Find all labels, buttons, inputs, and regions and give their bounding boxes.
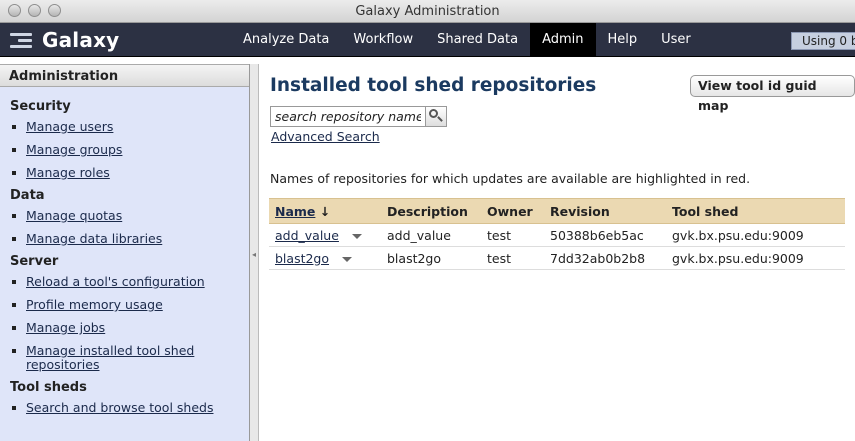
repositories-table: Name ↓ Description Owner Revision Tool s… (269, 198, 845, 270)
sidebar-item-manage-quotas[interactable]: Manage quotas (26, 208, 122, 223)
section-tool-sheds: Tool sheds (10, 380, 87, 395)
repository-search-input[interactable] (270, 106, 426, 127)
repository-name-link[interactable]: blast2go (275, 251, 329, 266)
cell-name: add_value (269, 223, 381, 247)
list-item: Manage groups (12, 143, 249, 157)
section-data: Data (10, 188, 45, 203)
cell-revision: 50388b6eb5ac (544, 223, 666, 247)
search-button[interactable] (426, 106, 447, 127)
collapse-left-icon: ◂ (252, 250, 257, 259)
tab-user[interactable]: User (649, 23, 703, 56)
update-notice: Names of repositories for which updates … (270, 171, 751, 186)
quota-usage-meter: Using 0 b (791, 32, 855, 50)
main-nav: Analyze Data Workflow Shared Data Admin … (231, 23, 703, 56)
tab-shared-data[interactable]: Shared Data (425, 23, 530, 56)
column-header-owner: Owner (481, 198, 544, 224)
window-titlebar: Galaxy Administration (0, 0, 855, 23)
search-box (270, 106, 447, 127)
column-header-revision: Revision (544, 198, 666, 224)
list-item: Manage jobs (12, 321, 249, 335)
sidebar-item-search-tool-sheds[interactable]: Search and browse tool sheds (26, 400, 213, 415)
table-header-row: Name ↓ Description Owner Revision Tool s… (269, 198, 845, 224)
view-guid-map-button[interactable]: View tool id guid map (690, 75, 855, 113)
column-header-tool-shed: Tool shed (666, 198, 845, 224)
tab-admin[interactable]: Admin (530, 23, 596, 56)
sort-by-name-link[interactable]: Name (275, 204, 315, 219)
sidebar-item-manage-jobs[interactable]: Manage jobs (26, 320, 105, 335)
repository-name-link[interactable]: add_value (275, 228, 339, 243)
brand-name: Galaxy (42, 28, 120, 52)
cell-revision: 7dd32ab0b2b8 (544, 246, 666, 270)
sidebar-item-manage-roles[interactable]: Manage roles (26, 165, 110, 180)
admin-sidebar: Administration Security Manage users Man… (0, 64, 250, 441)
cell-owner: test (481, 223, 544, 247)
main-content: Installed tool shed repositories View to… (260, 64, 855, 441)
section-security: Security (10, 99, 71, 114)
list-item: Manage installed tool shed repositories (12, 344, 249, 372)
sidebar-item-manage-users[interactable]: Manage users (26, 119, 113, 134)
sidebar-header: Administration (0, 64, 249, 87)
tab-help[interactable]: Help (596, 23, 650, 56)
page-title: Installed tool shed repositories (270, 75, 597, 96)
masthead: Galaxy Analyze Data Workflow Shared Data… (0, 23, 855, 57)
cell-owner: test (481, 246, 544, 270)
tab-analyze-data[interactable]: Analyze Data (231, 23, 341, 56)
list-item: Manage quotas (12, 209, 249, 223)
column-header-description: Description (381, 198, 481, 224)
section-server: Server (10, 254, 59, 269)
sidebar-item-manage-data-libraries[interactable]: Manage data libraries (26, 231, 162, 246)
cell-name: blast2go (269, 246, 381, 270)
sidebar-item-manage-installed-repos[interactable]: Manage installed tool shed repositories (26, 343, 194, 372)
advanced-search-link[interactable]: Advanced Search (271, 129, 380, 144)
cell-tool-shed: gvk.bx.psu.edu:9009 (666, 246, 845, 270)
row-actions-dropdown-icon[interactable] (351, 233, 362, 239)
list-item: Manage roles (12, 166, 249, 180)
sidebar-item-manage-groups[interactable]: Manage groups (26, 142, 122, 157)
galaxy-logo[interactable]: Galaxy (10, 27, 119, 53)
panel-collapse-handle[interactable]: ◂ (250, 64, 259, 441)
list-item: Reload a tool's configuration (12, 275, 249, 289)
cell-tool-shed: gvk.bx.psu.edu:9009 (666, 223, 845, 247)
list-item: Search and browse tool sheds (12, 401, 249, 415)
galaxy-logo-icon (10, 31, 36, 49)
list-item: Manage data libraries (12, 232, 249, 246)
sidebar-item-reload-tool-config[interactable]: Reload a tool's configuration (26, 274, 205, 289)
window-title: Galaxy Administration (355, 4, 500, 19)
table-row: add_value add_value test 50388b6eb5ac gv… (269, 223, 845, 247)
cell-description: blast2go (381, 246, 481, 270)
row-actions-dropdown-icon[interactable] (342, 256, 353, 262)
list-item: Manage users (12, 120, 249, 134)
tab-workflow[interactable]: Workflow (341, 23, 425, 56)
list-item: Profile memory usage (12, 298, 249, 312)
table-row: blast2go blast2go test 7dd32ab0b2b8 gvk.… (269, 246, 845, 270)
sidebar-item-profile-memory[interactable]: Profile memory usage (26, 297, 163, 312)
cell-description: add_value (381, 223, 481, 247)
sort-descending-icon: ↓ (319, 203, 331, 219)
column-header-name[interactable]: Name ↓ (269, 198, 381, 224)
